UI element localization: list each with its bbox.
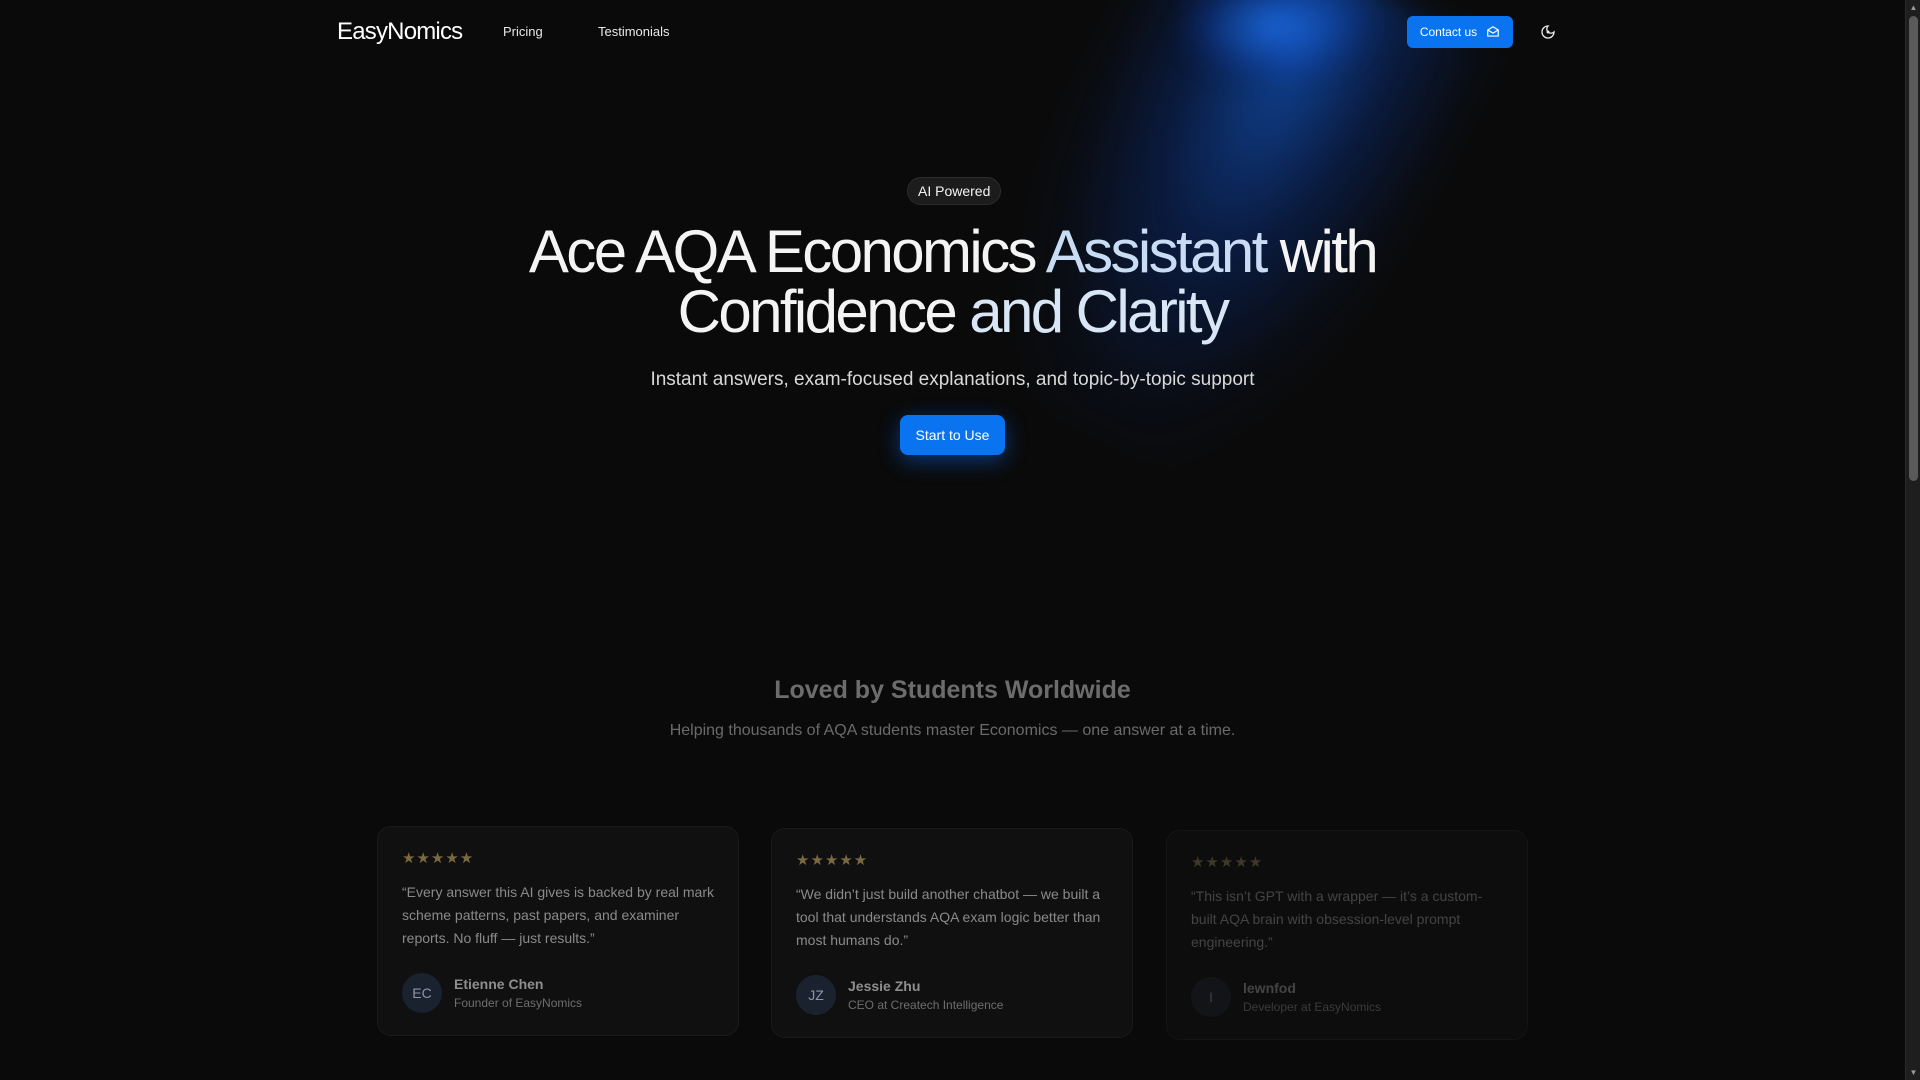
author-role: Developer at EasyNomics bbox=[1243, 1000, 1382, 1014]
ai-powered-badge: AI Powered bbox=[907, 177, 1002, 205]
mail-icon bbox=[1487, 26, 1500, 37]
author-role: CEO at Createch Intelligence bbox=[848, 998, 1004, 1012]
nav-link-testimonials[interactable]: Testimonials bbox=[598, 24, 670, 39]
testimonial-author: EC Etienne Chen Founder of EasyNomics bbox=[402, 973, 582, 1013]
author-name: Etienne Chen bbox=[454, 976, 544, 992]
avatar: JZ bbox=[796, 975, 836, 1015]
start-to-use-button[interactable]: Start to Use bbox=[900, 415, 1005, 455]
hero-subtitle: Instant answers, exam-focused explanatio… bbox=[650, 369, 1255, 390]
page-scrollbar[interactable]: ▲ ▼ bbox=[1905, 0, 1920, 1080]
avatar: I bbox=[1191, 977, 1231, 1017]
testimonial-quote: “This isn’t GPT with a wrapper — it’s a … bbox=[1191, 888, 1483, 950]
brand-logo[interactable]: EasyNomics bbox=[337, 18, 463, 46]
testimonial-quote: “We didn’t just build another chatbot — … bbox=[796, 886, 1101, 948]
hero-title: Ace AQA Economics Assistant with Confide… bbox=[0, 222, 1905, 342]
star-rating-icon: ★★★★★ bbox=[402, 850, 475, 867]
nav-link-pricing[interactable]: Pricing bbox=[503, 24, 543, 39]
star-rating-icon: ★★★★★ bbox=[796, 852, 869, 869]
hero-title-part2: with bbox=[1265, 218, 1379, 285]
testimonial-author: I lewnfod Developer at EasyNomics bbox=[1191, 977, 1381, 1017]
author-name: lewnfod bbox=[1243, 980, 1296, 996]
hero-title-part1: Ace AQA Economics bbox=[528, 218, 1046, 285]
scroll-down-arrow-icon[interactable]: ▼ bbox=[1906, 1065, 1920, 1080]
testimonial-author: JZ Jessie Zhu CEO at Createch Intelligen… bbox=[796, 975, 1003, 1015]
scroll-up-arrow-icon[interactable]: ▲ bbox=[1906, 0, 1920, 15]
avatar: EC bbox=[402, 973, 442, 1013]
testimonial-card: ★★★★★ “We didn’t just build another chat… bbox=[771, 828, 1133, 1038]
contact-us-button[interactable]: Contact us bbox=[1407, 16, 1513, 48]
hero-title-highlight1: Assistant bbox=[1045, 218, 1269, 285]
testimonial-quote: “Every answer this AI gives is backed by… bbox=[402, 884, 715, 946]
testimonial-card: ★★★★★ “Every answer this AI gives is bac… bbox=[377, 826, 739, 1036]
author-name: Jessie Zhu bbox=[848, 978, 921, 994]
author-role: Founder of EasyNomics bbox=[454, 996, 583, 1010]
hero-title-part3: Confidence bbox=[677, 278, 970, 345]
testimonials-subtitle: Helping thousands of AQA students master… bbox=[669, 722, 1236, 739]
theme-toggle-button[interactable] bbox=[1538, 22, 1558, 42]
testimonial-card: ★★★★★ “This isn’t GPT with a wrapper — i… bbox=[1166, 830, 1528, 1040]
top-nav: EasyNomics Pricing Testimonials Contact … bbox=[0, 0, 1905, 64]
star-rating-icon: ★★★★★ bbox=[1191, 854, 1264, 871]
theme-toggle-icon bbox=[1541, 25, 1555, 39]
contact-us-label: Contact us bbox=[1419, 25, 1478, 39]
scrollbar-thumb[interactable] bbox=[1909, 16, 1918, 481]
hero-title-highlight2: and Clarity bbox=[969, 278, 1230, 345]
testimonials-title: Loved by Students Worldwide bbox=[774, 676, 1131, 704]
